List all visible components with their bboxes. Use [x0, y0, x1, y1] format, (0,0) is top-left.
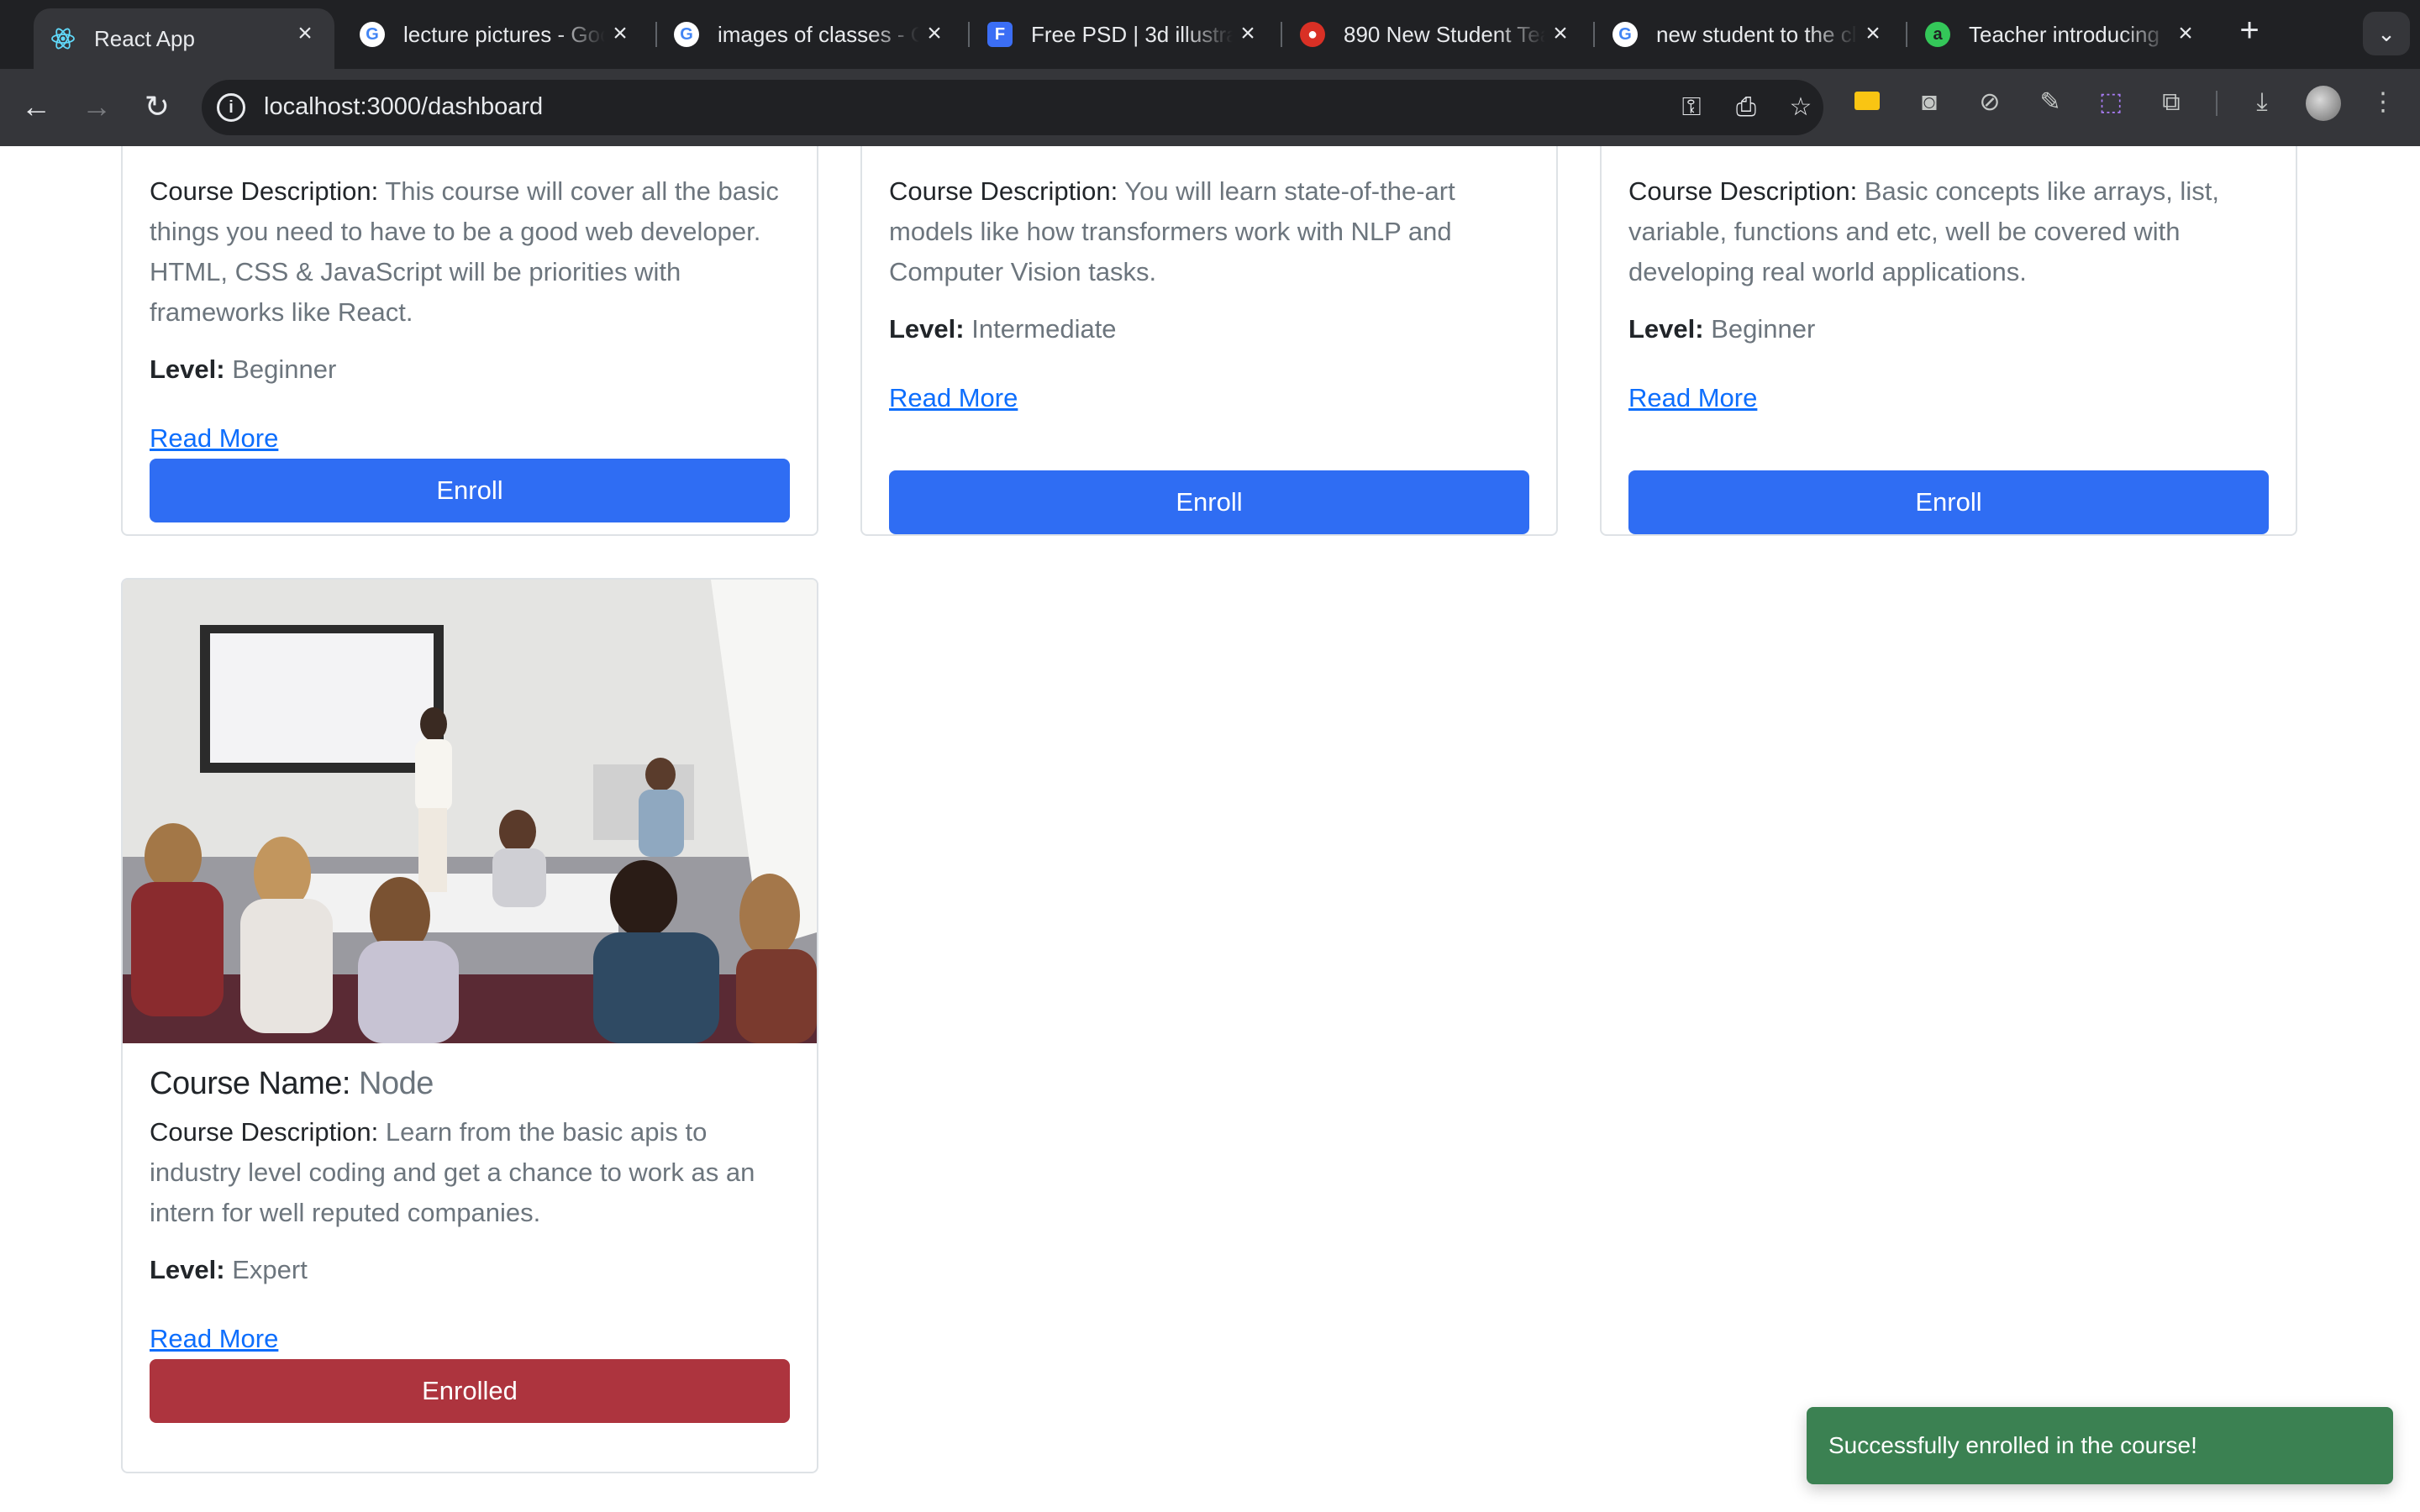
course-description: Course Description: This course will cov…	[150, 171, 790, 333]
course-name: Course Name: Node	[150, 1063, 790, 1104]
enrolled-button[interactable]: Enrolled	[150, 1359, 790, 1423]
tab-lecture-pictures[interactable]: G lecture pictures - Google Search ×	[343, 8, 650, 60]
google-icon: G	[1612, 22, 1638, 47]
google-icon: G	[360, 22, 385, 47]
description-label: Course Description:	[1628, 176, 1858, 206]
tab-new-student-teacher[interactable]: ● 890 New Student Teacher ×	[1283, 8, 1590, 60]
toolbar-divider	[2216, 91, 2217, 116]
level-value: Intermediate	[971, 314, 1117, 344]
course-name-label: Course Name:	[150, 1066, 350, 1101]
new-tab-button[interactable]: +	[2230, 12, 2269, 50]
course-level: Level: Beginner	[1628, 312, 2269, 346]
course-card: Course Description: Basic concepts like …	[1600, 146, 2297, 536]
read-more-link[interactable]: Read More	[150, 422, 278, 455]
close-icon[interactable]: ×	[1546, 20, 1575, 49]
description-label: Course Description:	[889, 176, 1118, 206]
close-icon[interactable]: ×	[291, 20, 319, 49]
dashboard-page: Course Description: This course will cov…	[0, 146, 2420, 1512]
enroll-button[interactable]: Enroll	[150, 459, 790, 522]
course-description: Course Description: Basic concepts like …	[1628, 171, 2269, 292]
tab-title: Teacher introducing	[1969, 21, 2160, 47]
tab-title: lecture pictures - Google Search	[403, 21, 605, 47]
enroll-button[interactable]: Enroll	[1628, 470, 2269, 534]
extension-yellow-icon[interactable]	[1849, 84, 1886, 121]
level-label: Level:	[1628, 314, 1704, 344]
camera-icon[interactable]: ◙	[1911, 84, 1948, 121]
tab-new-student-class[interactable]: G new student to the class ×	[1596, 8, 1902, 60]
close-icon[interactable]: ×	[920, 20, 949, 49]
screenshot-icon[interactable]: ⬚	[2092, 84, 2129, 121]
read-more-link[interactable]: Read More	[150, 1322, 278, 1356]
classroom-image	[123, 580, 817, 1043]
close-icon[interactable]: ×	[1234, 20, 1262, 49]
level-value: Beginner	[232, 354, 337, 384]
tab-divider	[968, 22, 970, 47]
install-app-icon[interactable]: ⎙	[1728, 90, 1764, 125]
tab-teacher-introducing[interactable]: a Teacher introducing ×	[1908, 8, 2215, 60]
close-icon[interactable]: ×	[606, 20, 634, 49]
chevron-down-icon[interactable]: ⌄	[2363, 12, 2410, 55]
bookmark-star-icon[interactable]: ☆	[1783, 90, 1818, 125]
freepik-icon: F	[987, 22, 1013, 47]
level-label: Level:	[150, 1255, 225, 1284]
tab-title: Free PSD | 3d illustration	[1031, 21, 1233, 47]
url-text[interactable]: localhost:3000/dashboard	[264, 93, 543, 121]
google-icon: G	[674, 22, 699, 47]
tab-images-of-classes[interactable]: G images of classes - Google Search ×	[657, 8, 964, 60]
more-menu-icon[interactable]: ⋮	[2365, 84, 2402, 121]
course-level: Level: Intermediate	[889, 312, 1529, 346]
description-label: Course Description:	[150, 1117, 379, 1147]
success-toast[interactable]: Successfully enrolled in the course!	[1807, 1407, 2393, 1484]
tab-divider	[1906, 22, 1907, 47]
level-value: Expert	[232, 1255, 308, 1284]
description-label: Course Description:	[150, 176, 379, 206]
level-label: Level:	[889, 314, 965, 344]
compass-icon[interactable]: ⊘	[1971, 84, 2008, 121]
course-level: Level: Expert	[150, 1253, 790, 1287]
level-label: Level:	[150, 354, 225, 384]
course-card: Course Name: Node Course Description: Le…	[121, 578, 818, 1473]
tab-title: new student to the class	[1656, 21, 1858, 47]
download-icon[interactable]: ⤓	[2244, 84, 2281, 121]
tab-divider	[1281, 22, 1282, 47]
tab-free-psd[interactable]: F Free PSD | 3d illustration ×	[971, 8, 1277, 60]
course-card: Course Description: This course will cov…	[121, 146, 818, 536]
browser-tab-bar: React App × G lecture pictures - Google …	[0, 0, 2420, 69]
address-bar[interactable]: i localhost:3000/dashboard ⚿ ⎙ ☆	[202, 80, 1823, 135]
tab-title: React App	[94, 25, 195, 51]
tab-title: 890 New Student Teacher	[1344, 21, 1545, 47]
course-card: Course Description: You will learn state…	[860, 146, 1558, 536]
tab-divider	[1593, 22, 1595, 47]
red-logo-icon: ●	[1300, 22, 1325, 47]
back-arrow-icon[interactable]: ←	[13, 84, 59, 129]
close-icon[interactable]: ×	[2171, 20, 2200, 49]
read-more-link[interactable]: Read More	[889, 381, 1018, 415]
course-description: Course Description: Learn from the basic…	[150, 1112, 790, 1233]
green-logo-icon: a	[1925, 22, 1950, 47]
close-icon[interactable]: ×	[1859, 20, 1887, 49]
reload-icon[interactable]: ↻	[134, 84, 180, 129]
extensions-puzzle-icon[interactable]: ⧉	[2153, 84, 2190, 121]
course-description: Course Description: You will learn state…	[889, 171, 1529, 292]
eyedropper-icon[interactable]: ✎	[2032, 84, 2069, 121]
course-level: Level: Beginner	[150, 353, 790, 386]
tab-react-app[interactable]: React App ×	[34, 8, 334, 69]
react-icon	[50, 26, 76, 51]
key-icon[interactable]: ⚿	[1674, 90, 1709, 125]
profile-avatar[interactable]	[2306, 86, 2341, 121]
tab-title: images of classes - Google Search	[718, 21, 919, 47]
forward-arrow-icon[interactable]: →	[74, 84, 119, 129]
level-value: Beginner	[1711, 314, 1816, 344]
enroll-button[interactable]: Enroll	[889, 470, 1529, 534]
course-name-value: Node	[359, 1066, 434, 1101]
read-more-link[interactable]: Read More	[1628, 381, 1757, 415]
info-icon[interactable]: i	[217, 93, 245, 122]
